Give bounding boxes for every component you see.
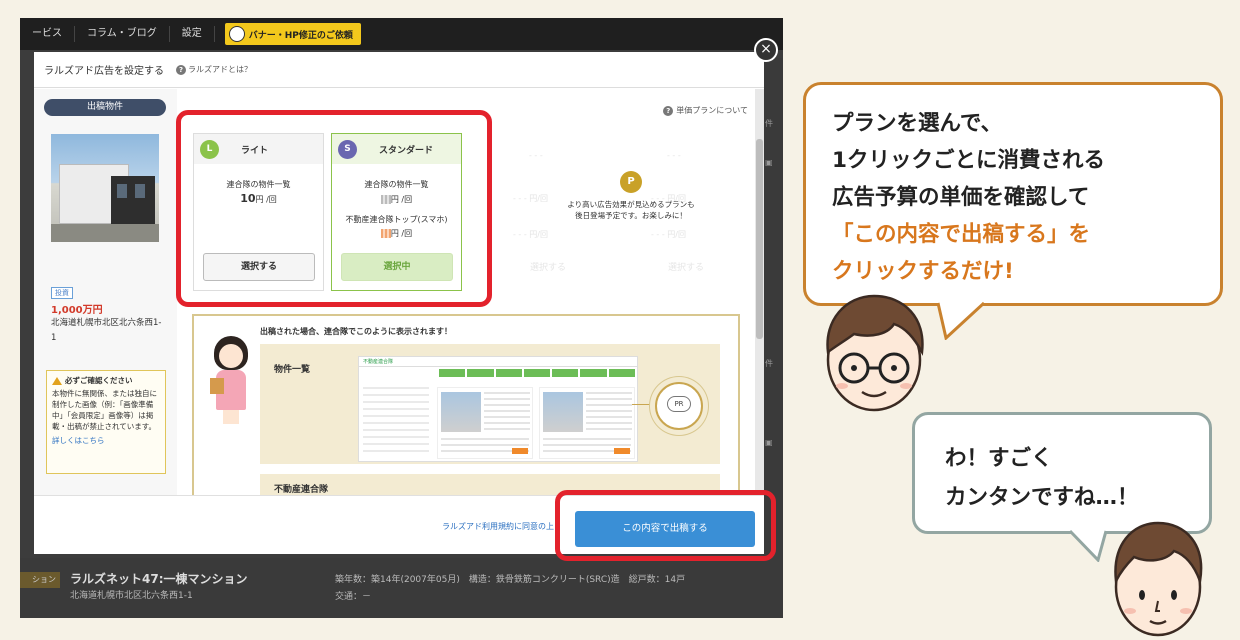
property-price: 1,000万円 — [51, 305, 103, 316]
modal-scrollbar[interactable] — [755, 89, 764, 495]
top-navigation: ービス コラム・ブログ 設定 バナー・HP修正のご依頼 — [20, 18, 783, 50]
premium-coin-icon: P — [620, 171, 642, 193]
explanation-line: 広告予算の単価を確認して — [832, 185, 1090, 210]
listing-traffic: 交通：－ — [335, 592, 372, 602]
preview-row-label: 不動産連合隊 — [274, 485, 329, 495]
ghost-select-button: 選択する — [529, 263, 566, 273]
explanation-line: 1クリックごとに消費される — [832, 148, 1105, 173]
unit-price-help-link[interactable]: ? 単価プランについて — [663, 105, 748, 116]
mock-site-logo: 不動産連合隊 — [359, 357, 637, 367]
notice-title-text: 必ずご確認ください — [65, 376, 133, 385]
question-icon: ? — [176, 64, 186, 75]
help-link-label: ラルズアドとは？ — [188, 65, 252, 74]
pr-badge: PR — [655, 382, 703, 430]
bubble-tail — [1068, 529, 1108, 562]
listing-meta: 築年数：築14年(2007年05月) 構造：鉄骨鉄筋コンクリート(SRC)造 総… — [335, 575, 686, 585]
ghost-select-button: 選択する — [667, 263, 704, 273]
preview-caption: 出稿された場合、連合隊でこのように表示されます！ — [260, 327, 452, 336]
listing-title: ラルズネット47:一棟マンション — [70, 572, 248, 586]
preview-row-label: 物件一覧 — [274, 365, 311, 375]
pr-label: PR — [667, 396, 691, 412]
nav-item-settings[interactable]: 設定 — [170, 26, 215, 42]
notice-details-link[interactable]: 詳しくはこちら — [52, 435, 160, 446]
investment-tag: 投資 — [51, 287, 73, 299]
boy-icon — [1114, 521, 1203, 637]
banner-request-label: バナー・HP修正のご依頼 — [248, 30, 353, 41]
help-link[interactable]: ? ラルズアドとは？ — [176, 64, 252, 75]
property-photo — [51, 134, 159, 242]
notice-box: 必ずご確認ください 本物件に無関係、または独自に制作した画像（例：「画像準備中」… — [46, 370, 166, 474]
property-address: 北海道札幌市北区北六条西1-1 — [51, 318, 162, 343]
listing-type-tag: ション — [20, 572, 60, 588]
section-label: 出稿物件 — [44, 99, 166, 116]
listing-page-mockup: 不動産連合隊 — [358, 356, 638, 462]
bubble-tail — [936, 301, 986, 340]
background-listing-row[interactable]: ション ラルズネット47:一棟マンション 北海道札幌市北区北六条西1-1 築年数… — [20, 558, 783, 618]
man-with-glasses-icon — [826, 294, 924, 412]
close-icon[interactable]: × — [754, 38, 778, 62]
nav-item-column-blog[interactable]: コラム・ブログ — [75, 26, 170, 42]
coming-soon-line2: 後日登場予定です。お楽しみに！ — [575, 211, 687, 220]
avatar-icon — [228, 26, 245, 42]
background-left-column — [20, 58, 34, 558]
explanation-bubble: プランを選んで、 1クリックごとに消費される 広告予算の単価を確認して 「この内… — [803, 82, 1223, 306]
property-sidebar: 出稿物件 投資 1,000万円 北海道札幌市北区北六条西1-1 必ずご確認くださ… — [34, 89, 177, 495]
reply-line: わ！すごく — [945, 446, 1053, 471]
coming-soon-line1: より高い広告効果が見込めるプランも — [567, 200, 695, 209]
terms-link[interactable]: ラルズアド利用規約に同意の上 — [442, 521, 554, 532]
modal-header: ラルズアド広告を設定する ? ラルズアドとは？ — [34, 52, 764, 88]
preview-row-listing: 物件一覧 不動産連合隊 PR — [260, 344, 720, 464]
notice-body: 本物件に無関係、または独自に制作した画像（例：「画像準備中」「会員限定」画像等）… — [52, 389, 157, 431]
ad-preview: 出稿された場合、連合隊でこのように表示されます！ 物件一覧 不動産連合隊 PR … — [192, 314, 740, 495]
submit-highlight-box — [555, 490, 776, 561]
coming-soon-message: P より高い広告効果が見込めるプランも 後日登場予定です。お楽しみに！ — [496, 171, 764, 221]
question-icon: ? — [663, 105, 674, 116]
listing-address: 北海道札幌市北区北六条西1-1 — [70, 591, 193, 601]
explanation-line-accent: クリックするだけ! — [832, 259, 1014, 284]
banner-request-button[interactable]: バナー・HP修正のご依頼 — [224, 23, 361, 45]
background-right-column: 件 ▣ 件 ▣ — [763, 58, 783, 558]
explanation-line-accent: 「この内容で出稿する」を — [832, 222, 1091, 247]
warning-icon — [52, 376, 62, 385]
nav-item-service[interactable]: ービス — [20, 26, 75, 42]
unit-price-help-label: 単価プランについて — [676, 106, 748, 115]
notice-title: 必ずご確認ください — [52, 375, 160, 386]
modal-title: ラルズアド広告を設定する — [44, 66, 164, 77]
explanation-line: プランを選んで、 — [832, 111, 1003, 136]
girl-illustration-icon — [208, 336, 256, 426]
plans-highlight-box — [176, 110, 492, 307]
reply-line: カンタンですね…！ — [945, 485, 1139, 510]
